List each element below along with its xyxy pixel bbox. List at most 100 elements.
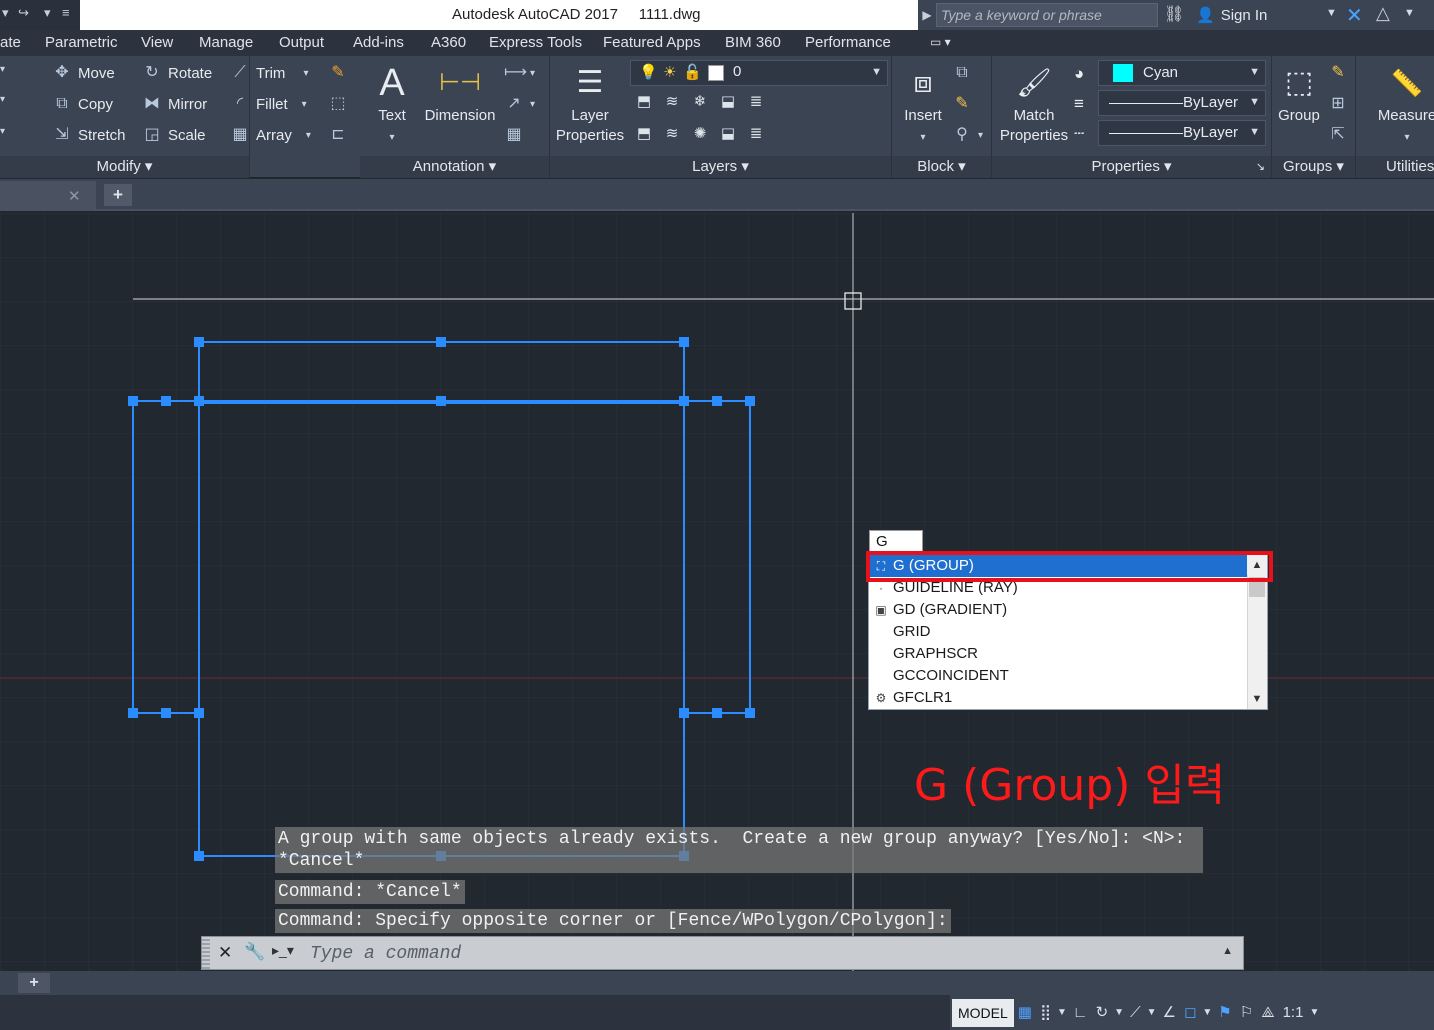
grip[interactable] — [194, 708, 204, 718]
help-search-input[interactable] — [941, 6, 1151, 24]
insert-button[interactable]: ⧈ Insert ▾ — [896, 60, 950, 148]
match-properties-button[interactable]: 🖌 Match Properties — [994, 60, 1074, 146]
layer-unlock-icon[interactable]: ⬓ — [714, 124, 742, 142]
offset-button[interactable]: ⊏ — [328, 125, 348, 145]
dynamic-input-field[interactable]: G — [869, 530, 923, 552]
group-button[interactable]: ⬚ Group — [1274, 60, 1324, 126]
layer-off-icon[interactable]: ⬒ — [630, 92, 658, 110]
command-prompt-icon[interactable]: ▸_▾ — [272, 942, 294, 959]
modify-panel-title[interactable]: Modify ▾ — [0, 156, 249, 178]
binoculars-icon[interactable]: ⛓ — [1164, 4, 1186, 26]
polar-caret-icon[interactable]: ▼ — [1112, 999, 1126, 1027]
utilities-panel-title[interactable]: Utilities — [1356, 156, 1434, 178]
ungroup-button[interactable]: ✎ — [1328, 63, 1348, 83]
ribbon-tab-ate[interactable]: ate — [0, 34, 21, 51]
panel-launcher-icon[interactable]: ↘ — [1256, 156, 1265, 178]
ribbon-tab-manage[interactable]: Manage — [199, 34, 253, 51]
redo-icon[interactable]: ↪ — [18, 5, 29, 21]
grip[interactable] — [194, 396, 204, 406]
search-expand-icon[interactable]: ▶ — [918, 0, 936, 30]
file-tab[interactable]: ✕ — [0, 181, 96, 211]
dimension-button[interactable]: ⊢⊣ Dimension — [422, 60, 498, 126]
grip[interactable] — [436, 396, 446, 406]
polar-icon[interactable]: ↻ — [1092, 999, 1113, 1027]
new-tab-button[interactable]: + — [104, 184, 132, 206]
customize-qat-icon[interactable]: ≡ — [62, 5, 70, 20]
command-history-icon[interactable]: ▲ — [1222, 945, 1233, 957]
model-space-button[interactable]: MODEL — [952, 998, 1014, 1027]
measure-button[interactable]: 📏 Measure ▾ — [1372, 60, 1434, 148]
grip[interactable] — [128, 396, 138, 406]
layer-isolate-icon[interactable]: ≋ — [658, 92, 686, 110]
edit-block-button[interactable]: ✎ — [952, 94, 972, 114]
block-attributes-button[interactable]: ⚲ ▾ — [952, 125, 983, 145]
close-icon[interactable]: ✕ — [68, 187, 81, 205]
rotate-button[interactable]: ↻ Rotate — [142, 63, 212, 83]
ribbon-tab-featured-apps[interactable]: Featured Apps — [603, 34, 701, 51]
isodraft-caret-icon[interactable]: ▼ — [1145, 999, 1159, 1027]
scale-button[interactable]: ◲ Scale — [142, 125, 205, 145]
explode-button[interactable]: ⬚ — [328, 94, 348, 114]
quick-access-caret-icon[interactable]: ▾ — [2, 5, 9, 21]
command-input[interactable] — [310, 943, 1190, 965]
ribbon-tab-parametric[interactable]: Parametric — [45, 34, 118, 51]
layer-lock-icon[interactable]: ⬓ — [714, 92, 742, 110]
layer-properties-button[interactable]: ☰ Layer Properties — [552, 60, 628, 146]
autocomplete-item[interactable]: GRID — [869, 621, 1247, 643]
layer-on-icon[interactable]: ⬒ — [630, 124, 658, 142]
linear-dim-button[interactable]: ⟼ ▾ — [504, 63, 535, 83]
redo-caret-icon[interactable]: ▾ — [44, 5, 51, 21]
group-edit-button[interactable]: ⊞ — [1328, 94, 1348, 114]
command-line[interactable]: ✕ 🔧 ▸_▾ ▲ — [201, 936, 1244, 970]
create-block-button[interactable]: ⧉ — [952, 63, 972, 83]
object-snap-caret-icon[interactable]: ▼ — [1200, 999, 1214, 1027]
autocomplete-item[interactable]: GCCOINCIDENT — [869, 665, 1247, 687]
grip[interactable] — [194, 851, 204, 861]
annotation-autoscale-icon[interactable]: ⚐ — [1236, 999, 1257, 1027]
layer-previous-icon[interactable]: ≣ — [742, 124, 770, 142]
add-layout-button[interactable]: + — [18, 973, 50, 993]
autodesk-exchange-icon[interactable]: ✕ — [1346, 3, 1363, 28]
grip[interactable] — [745, 708, 755, 718]
help-caret-icon[interactable]: ▼ — [1404, 7, 1415, 19]
annotation-panel-title[interactable]: Annotation ▾ — [360, 156, 549, 178]
stretch-button[interactable]: ⇲ Stretch — [52, 125, 125, 145]
linetype-dropdown[interactable]: ByLayer ▼ — [1098, 120, 1266, 146]
block-panel-title[interactable]: Block ▾ — [892, 156, 991, 178]
close-icon[interactable]: ✕ — [218, 943, 232, 963]
lineweight-dropdown[interactable]: ByLayer ▼ — [1098, 90, 1266, 116]
color-dropdown[interactable]: Cyan ▼ — [1098, 60, 1266, 86]
command-line-grip[interactable] — [202, 937, 210, 969]
erase-button[interactable]: ✎ — [328, 63, 348, 83]
autocomplete-item[interactable]: GRAPHSCR — [869, 643, 1247, 665]
object-snap-tracking-icon[interactable]: ∠ — [1158, 999, 1179, 1027]
grid-icon[interactable]: ▦ — [1014, 999, 1036, 1027]
annotation-scale-icon[interactable]: ⟁ — [1257, 999, 1278, 1027]
sign-in-caret-icon[interactable]: ▼ — [1326, 7, 1337, 19]
autocomplete-item[interactable]: ⚙ GFCLR1 — [869, 687, 1247, 709]
autocomplete-item[interactable]: ▣ GD (GRADIENT) — [869, 599, 1247, 621]
leader-button[interactable]: ↗ ▾ — [504, 94, 535, 114]
grip[interactable] — [745, 396, 755, 406]
layers-panel-title[interactable]: Layers ▾ — [550, 156, 891, 178]
draw-dropdown-2[interactable]: ▾ — [0, 94, 5, 105]
layer-thaw-icon[interactable]: ✺ — [686, 124, 714, 142]
ribbon-tab-output[interactable]: Output — [279, 34, 324, 51]
ortho-icon[interactable]: ∟ — [1069, 999, 1092, 1027]
grip[interactable] — [712, 396, 722, 406]
snap-icon[interactable]: ⣿ — [1036, 999, 1055, 1027]
a360-icon[interactable]: △ — [1376, 3, 1390, 24]
ribbon-tab-bim-360[interactable]: BIM 360 — [725, 34, 781, 51]
grip[interactable] — [679, 708, 689, 718]
layer-dropdown[interactable]: 💡 ☀ 🔓 0 ▼ — [630, 60, 888, 86]
layer-unisolate-icon[interactable]: ≋ — [658, 124, 686, 142]
grip[interactable] — [679, 337, 689, 347]
isodraft-icon[interactable]: ⟋ — [1126, 999, 1145, 1027]
mirror-button[interactable]: ⧓ Mirror — [142, 94, 207, 114]
grip[interactable] — [712, 708, 722, 718]
grip[interactable] — [161, 396, 171, 406]
ribbon-minimize-toggle-icon[interactable]: ▭ ▾ — [930, 35, 951, 49]
scroll-down-icon[interactable]: ▼ — [1247, 689, 1267, 709]
object-snap-icon[interactable]: ◻ — [1180, 999, 1200, 1027]
group-selection-button[interactable]: ⇱ — [1328, 125, 1348, 145]
